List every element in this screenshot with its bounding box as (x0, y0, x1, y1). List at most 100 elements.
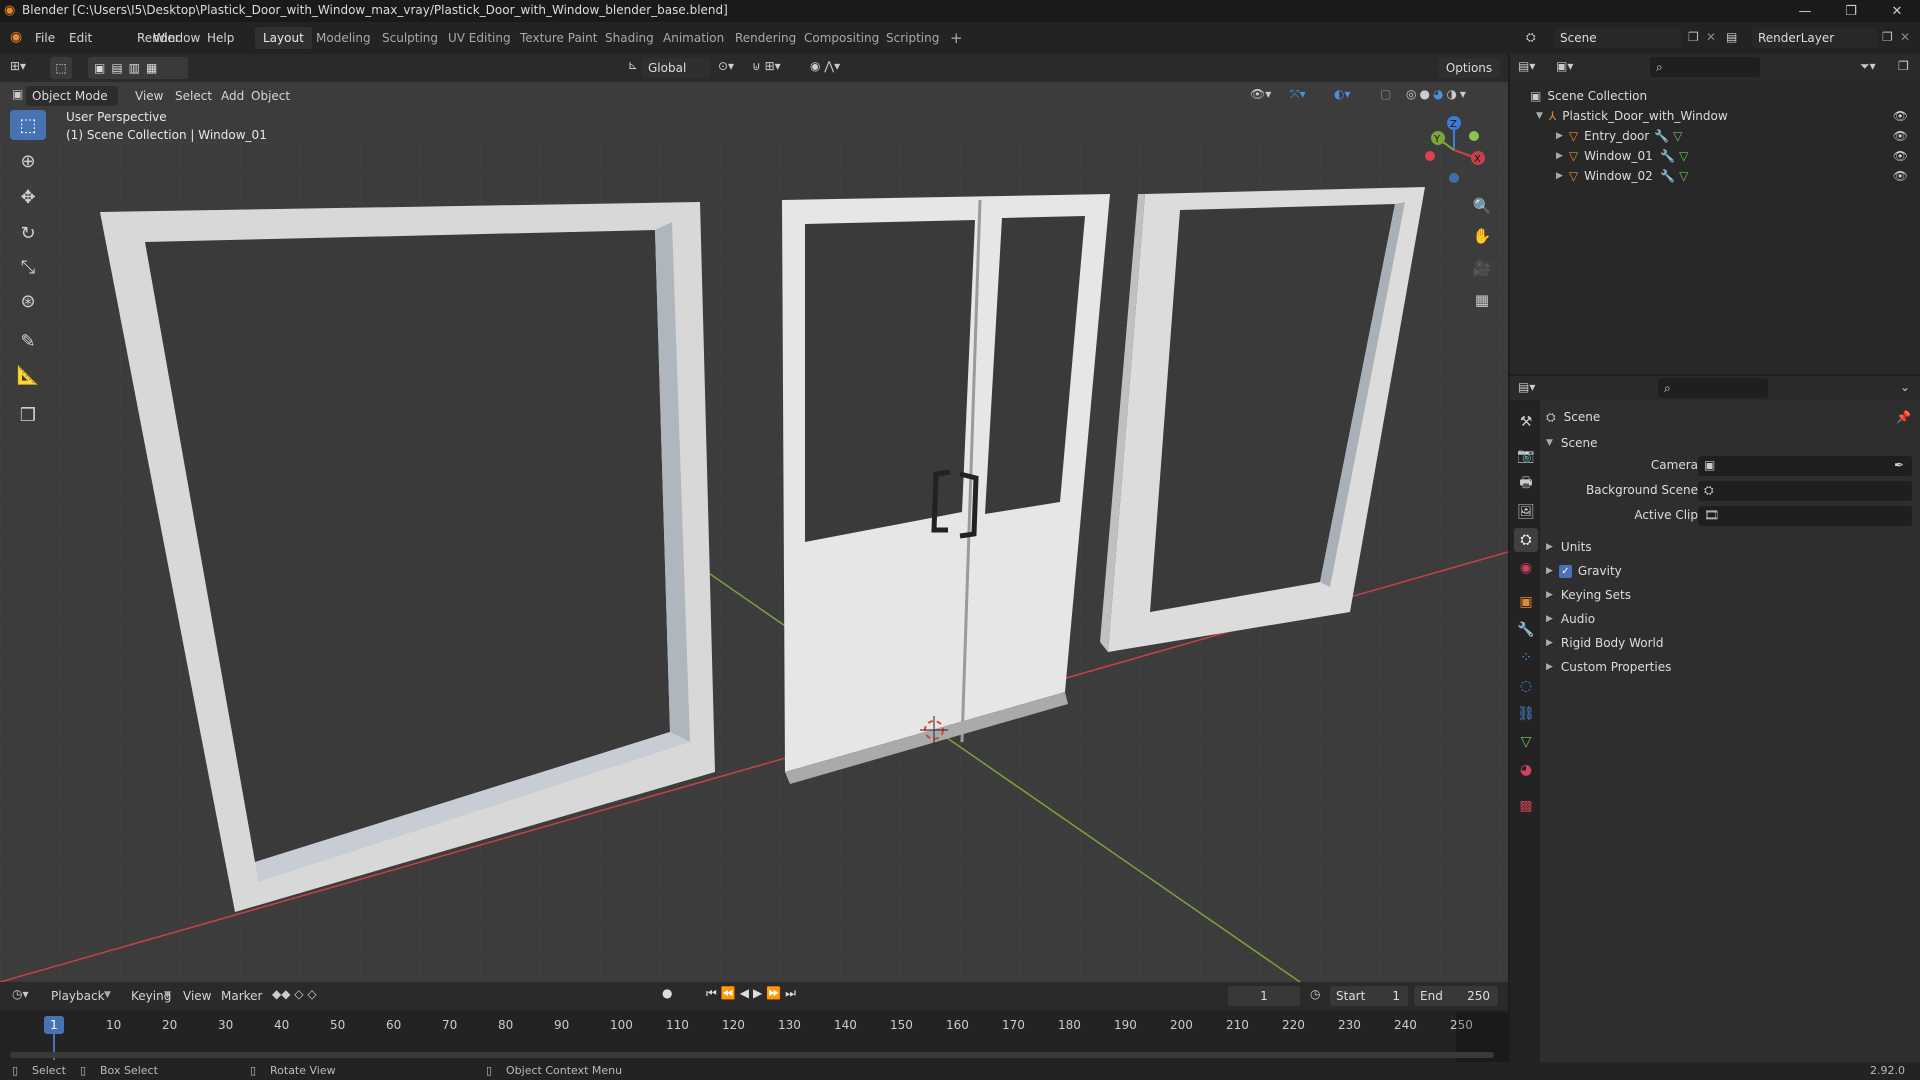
tab-compositing[interactable]: Compositing (796, 27, 887, 49)
eye-icon[interactable]: 👁 (1893, 169, 1908, 183)
collapse-arrow-icon[interactable]: ▶ (1546, 638, 1553, 648)
gravity-panel-header[interactable]: ▶ ✓ Gravity (1546, 560, 1622, 582)
collapse-arrow-icon[interactable]: ▶ (1546, 566, 1553, 576)
output-tab-icon[interactable]: 🖶 (1514, 472, 1538, 496)
tab-rendering[interactable]: Rendering (727, 27, 804, 49)
chevron-down-icon[interactable]: ⌄ (1900, 380, 1910, 394)
scene-panel-header[interactable]: ▼ Scene (1546, 432, 1598, 454)
scene-tab-icon[interactable]: ⛭ (1514, 528, 1538, 552)
background-scene-field[interactable]: ⛭ (1698, 481, 1912, 501)
tab-sculpting[interactable]: Sculpting (374, 27, 446, 49)
collapse-arrow-icon[interactable]: ▶ (1546, 590, 1553, 600)
new-renderlayer-icon[interactable]: ❐ (1882, 30, 1893, 44)
rigid-body-world-panel-header[interactable]: ▶ Rigid Body World (1546, 632, 1663, 654)
properties-search-input[interactable]: ⌕ (1658, 378, 1768, 398)
pivot-icon[interactable]: ⊙▾ (718, 59, 734, 73)
eyedropper-icon[interactable]: ✒ (1894, 458, 1904, 472)
selection-mode-icons[interactable]: ▣▤▥▦ (88, 57, 188, 79)
menu-window[interactable]: Window (148, 28, 205, 48)
tab-texture-paint[interactable]: Texture Paint (512, 27, 605, 49)
filter-icon[interactable]: ⏷▾ (1860, 59, 1876, 74)
eye-icon[interactable]: 👁 (1893, 149, 1908, 163)
tree-item-window-01[interactable]: ▶ ▽ Window_01 🔧 ▽ 👁 (1510, 146, 1920, 166)
constraints-tab-icon[interactable]: ⛓ (1514, 702, 1538, 726)
material-tab-icon[interactable]: ◕ (1514, 758, 1538, 782)
physics-tab-icon[interactable]: ◌ (1514, 674, 1538, 698)
editor-type-icon[interactable]: ⊞▾ (10, 59, 26, 73)
transform-tool[interactable]: ⊛ (10, 286, 46, 316)
pin-icon[interactable]: 📌 (1896, 410, 1911, 424)
tab-animation[interactable]: Animation (655, 27, 732, 49)
navigation-gizmo[interactable]: Z X Y (1412, 110, 1492, 190)
blender-menu-icon[interactable]: ◉ (10, 29, 22, 45)
select-tool-icon[interactable]: ⬚ (50, 57, 72, 79)
expand-arrow-icon[interactable]: ▶ (1556, 151, 1563, 161)
proportional-edit-icon[interactable]: ◉ ⋀▾ (810, 59, 840, 73)
active-clip-field[interactable]: 🎞 (1698, 506, 1912, 526)
overlay-toggle-icon[interactable]: ◐▾ (1334, 87, 1351, 101)
scale-tool[interactable]: ⤡ (10, 252, 46, 282)
viewport-menu-add[interactable]: Add (216, 86, 249, 106)
camera-field[interactable]: ▣ ✒ (1698, 456, 1912, 476)
gravity-checkbox[interactable]: ✓ (1558, 564, 1572, 578)
camera-view-icon[interactable]: 🎥 (1468, 254, 1496, 282)
frame-ruler[interactable]: 1102030405060708090100110120130140150160… (0, 982, 1508, 1062)
tree-item-window-02[interactable]: ▶ ▽ Window_02 🔧 ▽ 👁 (1510, 166, 1920, 186)
menu-edit[interactable]: Edit (64, 28, 97, 48)
transform-orientation-dropdown[interactable]: Global (642, 58, 710, 78)
menu-help[interactable]: Help (202, 28, 239, 48)
viewport-menu-select[interactable]: Select (170, 86, 217, 106)
gizmo-toggle-icon[interactable]: ⤧▾ (1290, 87, 1306, 102)
move-tool[interactable]: ✥ (10, 182, 46, 212)
keying-sets-panel-header[interactable]: ▶ Keying Sets (1546, 584, 1631, 606)
eye-icon[interactable]: 👁 (1893, 129, 1908, 143)
timeline-scrollbar[interactable] (10, 1052, 1494, 1058)
tree-item-scene-collection[interactable]: ▣ Scene Collection (1510, 86, 1920, 106)
options-dropdown[interactable]: Options (1438, 58, 1500, 78)
measure-tool[interactable]: 📐 (10, 360, 46, 390)
zoom-icon[interactable]: 🔍 (1468, 192, 1496, 220)
collapse-arrow-icon[interactable]: ▶ (1546, 662, 1553, 672)
new-collection-icon[interactable]: ❐ (1898, 59, 1909, 73)
delete-scene-icon[interactable]: ✕ (1706, 30, 1716, 44)
collapse-arrow-icon[interactable]: ▶ (1546, 614, 1553, 624)
tab-layout[interactable]: Layout (255, 27, 312, 49)
xray-icon[interactable]: ▢ (1380, 87, 1391, 101)
menu-file[interactable]: File (30, 28, 60, 48)
properties-editor-icon[interactable]: ▤▾ (1518, 380, 1535, 394)
tab-shading[interactable]: Shading (597, 27, 662, 49)
render-tab-icon[interactable]: 📷 (1514, 444, 1538, 468)
maximize-icon[interactable]: ❐ (1828, 0, 1874, 22)
data-tab-icon[interactable]: ▽ (1514, 730, 1538, 754)
audio-panel-header[interactable]: ▶ Audio (1546, 608, 1595, 630)
expand-arrow-icon[interactable]: ▼ (1536, 111, 1543, 121)
tool-tab-icon[interactable]: ⚒ (1514, 410, 1538, 434)
world-tab-icon[interactable]: ◉ (1514, 556, 1538, 580)
units-panel-header[interactable]: ▶ Units (1546, 536, 1592, 558)
cursor-tool[interactable]: ⊕ (10, 146, 46, 176)
expand-arrow-icon[interactable]: ▶ (1556, 131, 1563, 141)
eye-icon[interactable]: 👁 (1893, 109, 1908, 123)
scene-selector[interactable]: Scene (1554, 28, 1682, 48)
new-scene-icon[interactable]: ❐ (1688, 30, 1699, 44)
expand-arrow-icon[interactable]: ▶ (1556, 171, 1563, 181)
mode-dropdown[interactable]: Object Mode (26, 86, 118, 106)
annotate-tool[interactable]: ✎ (10, 326, 46, 356)
add-cube-tool[interactable]: ❒ (10, 400, 46, 430)
viewport-menu-object[interactable]: Object (246, 86, 295, 106)
add-workspace-button[interactable]: + (942, 27, 971, 49)
renderlayer-selector[interactable]: RenderLayer (1752, 28, 1878, 48)
tab-scripting[interactable]: Scripting (878, 27, 947, 49)
tree-item-collection[interactable]: ▼ ⅄ Plastick_Door_with_Window 👁 (1510, 106, 1920, 126)
tree-item-entry-door[interactable]: ▶ ▽ Entry_door 🔧 ▽ 👁 (1510, 126, 1920, 146)
expand-arrow-icon[interactable]: ▼ (1546, 438, 1553, 448)
display-mode-icon[interactable]: ▣▾ (1556, 59, 1573, 73)
3d-viewport[interactable]: ▣ Object Mode View Select Add Object 👁▾ … (0, 82, 1508, 982)
tab-modeling[interactable]: Modeling (308, 27, 379, 49)
delete-renderlayer-icon[interactable]: ✕ (1900, 30, 1910, 44)
object-tab-icon[interactable]: ▣ (1514, 590, 1538, 614)
collapse-arrow-icon[interactable]: ▶ (1546, 542, 1553, 552)
tab-uv-editing[interactable]: UV Editing (440, 27, 519, 49)
modifier-tab-icon[interactable]: 🔧 (1514, 618, 1538, 642)
visibility-icon[interactable]: 👁▾ (1250, 87, 1271, 101)
